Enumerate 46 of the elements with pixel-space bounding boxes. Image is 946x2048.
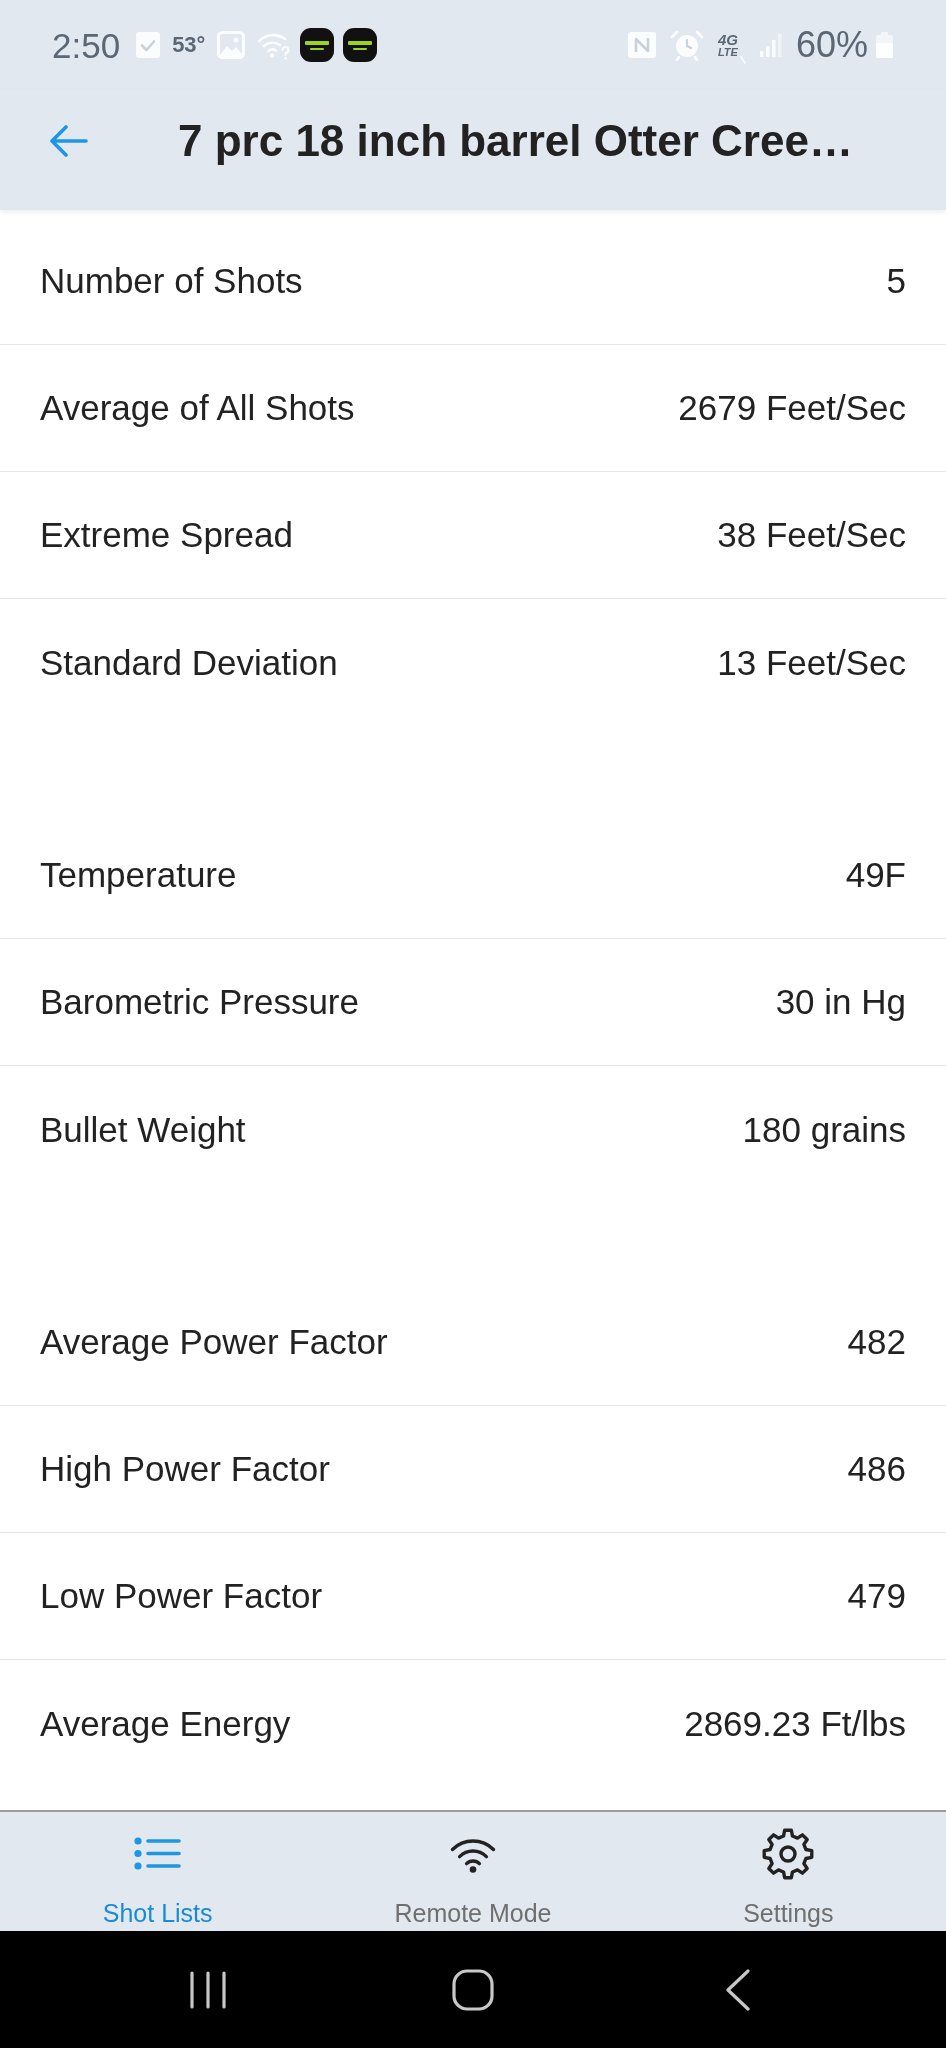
alarm-clock-icon (669, 29, 704, 61)
stat-value: 49F (845, 854, 906, 896)
page-title: 7 prc 18 inch barrel Otter Cree… (178, 114, 853, 167)
rounded-square-icon (452, 1968, 494, 2011)
stat-label: Low Power Factor (40, 1575, 323, 1617)
nfc-icon (627, 32, 656, 58)
nav-tab[interactable]: Settings (630, 1812, 946, 1931)
three-bars-icon (190, 1970, 226, 2009)
data-activity-icon (739, 56, 746, 64)
stat-value: 2679 Feet/Sec (678, 387, 906, 429)
battery-icon (876, 32, 893, 58)
stat-label: Extreme Spread (40, 514, 293, 556)
stat-value: 479 (847, 1575, 906, 1617)
app-icon (300, 28, 335, 62)
stat-value: 180 grains (742, 1108, 906, 1151)
network-generation: 4G (717, 32, 738, 47)
network-type: LTE (717, 47, 738, 58)
stat-label: Average Energy (40, 1702, 291, 1745)
stat-label: Standard Deviation (40, 641, 338, 684)
nav-tab[interactable]: Shot Lists (0, 1812, 316, 1931)
battery-percentage: 60% (795, 27, 868, 63)
settings-icon (761, 1826, 816, 1881)
status-time: 2:50 (52, 27, 121, 63)
stat-value: 2869.23 Ft/lbs (684, 1702, 906, 1745)
stat-label: Barometric Pressure (40, 981, 359, 1023)
chevron-left-icon (726, 1968, 750, 2011)
check-square-icon (136, 32, 161, 58)
stat-value: 486 (847, 1448, 906, 1490)
image-icon (217, 31, 246, 59)
stat-label: Bullet Weight (40, 1108, 246, 1151)
stat-label: Number of Shots (40, 260, 303, 302)
nav-tab[interactable]: Remote Mode (315, 1812, 631, 1931)
arrow-left-icon (50, 125, 88, 157)
stat-value: 38 Feet/Sec (717, 514, 906, 556)
app-icon (343, 28, 378, 62)
stat-value: 13 Feet/Sec (717, 641, 906, 684)
stat-label: Average of All Shots (40, 387, 355, 429)
signal-bars-icon (759, 33, 782, 57)
weather-temperature: 53° (172, 34, 206, 56)
stat-label: Average Power Factor (40, 1321, 388, 1363)
list-icon (134, 1837, 182, 1870)
stat-label: High Power Factor (40, 1448, 330, 1490)
stat-value: 482 (847, 1321, 906, 1363)
stat-value: 30 in Hg (775, 981, 906, 1023)
stat-label: Temperature (40, 854, 237, 896)
stat-value: 5 (886, 260, 906, 302)
